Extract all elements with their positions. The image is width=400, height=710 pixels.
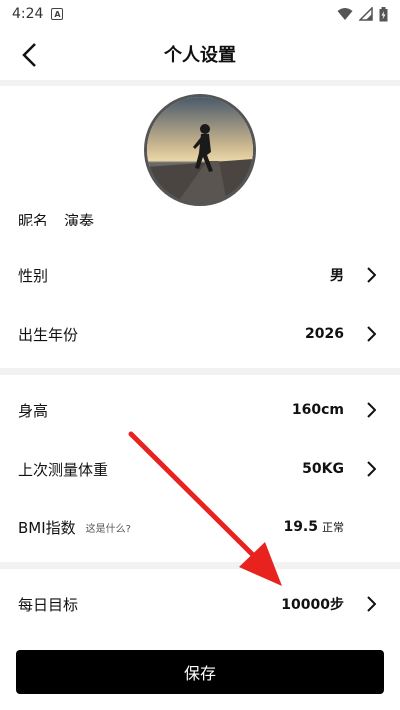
nickname-label: 昵名	[18, 212, 49, 226]
chevron-right-icon	[360, 593, 382, 615]
section-divider	[0, 368, 400, 375]
chevron-right-icon	[360, 323, 382, 345]
notification-a-icon: A	[51, 8, 64, 20]
status-bar: 4:24 A	[0, 0, 400, 28]
avatar[interactable]	[144, 94, 256, 206]
height-row[interactable]: 身高 160cm	[0, 381, 400, 439]
chevron-right-icon	[360, 458, 382, 480]
bmi-number: 19.5	[283, 519, 318, 535]
height-value: 160cm	[291, 402, 344, 418]
nickname-row[interactable]: 昵名 演奏	[18, 208, 218, 226]
bmi-help-link[interactable]: 这是什么?	[86, 520, 131, 535]
avatar-photo	[147, 97, 253, 203]
wifi-icon	[337, 8, 353, 20]
last-weight-label: 上次测量体重	[18, 460, 109, 479]
last-weight-value: 50KG	[302, 461, 344, 477]
chevron-right-icon	[360, 399, 382, 421]
app-header: 个人设置	[0, 28, 400, 80]
bmi-value: 19.5 正常	[283, 519, 344, 535]
chevron-right-icon	[360, 264, 382, 286]
birth-year-value: 2026	[305, 326, 344, 342]
birth-year-row[interactable]: 出生年份 2026	[0, 305, 400, 363]
status-indicators	[337, 6, 388, 22]
back-arrow-icon	[22, 43, 36, 67]
bmi-row: BMI指数 这是什么? 19.5 正常	[0, 498, 400, 556]
bmi-status: 正常	[322, 521, 344, 534]
height-label: 身高	[18, 401, 49, 420]
last-weight-row[interactable]: 上次测量体重 50KG	[0, 440, 400, 498]
birth-year-label: 出生年份	[18, 325, 79, 344]
gender-label: 性别	[18, 266, 49, 285]
status-time: 4:24	[12, 6, 44, 22]
battery-icon	[379, 6, 388, 21]
section-divider	[0, 562, 400, 569]
gender-value: 男	[330, 268, 344, 284]
page-title: 个人设置	[164, 45, 236, 66]
gender-row[interactable]: 性别 男	[0, 246, 400, 304]
save-button[interactable]: 保存	[16, 650, 384, 694]
header-divider	[0, 80, 400, 86]
signal-icon	[359, 7, 373, 21]
personal-settings-screen: 4:24 A 个人设置 昵名 演奏 性别 男 出生年份 2026 身高 160c…	[0, 0, 400, 710]
nickname-value: 演奏	[64, 212, 95, 226]
daily-goal-row[interactable]: 每日目标 10000步	[0, 575, 400, 633]
daily-goal-value: 10000步	[281, 597, 344, 613]
daily-goal-label: 每日目标	[18, 595, 79, 614]
bmi-label: BMI指数	[18, 518, 76, 537]
back-button[interactable]	[14, 40, 44, 70]
